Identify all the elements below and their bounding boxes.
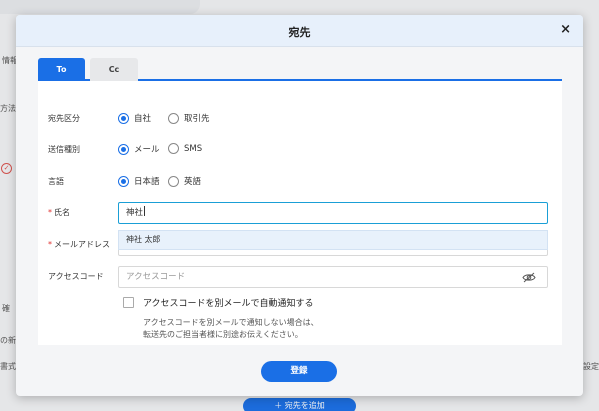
radio-japanese[interactable]: 日本語 bbox=[118, 175, 160, 187]
text-caret bbox=[144, 206, 146, 216]
tab-cc[interactable]: Cc bbox=[90, 58, 138, 81]
recipient-tabs: To Cc bbox=[38, 57, 562, 81]
radio-own-company[interactable]: 自社 bbox=[118, 112, 151, 124]
radio-circle bbox=[118, 143, 129, 155]
access-code-placeholder: アクセスコード bbox=[126, 272, 186, 282]
auto-notify-label: アクセスコードを別メールで自動通知する bbox=[143, 299, 314, 309]
radio-label: 取引先 bbox=[184, 114, 210, 124]
recipient-form: 宛先区分 自社 取引先 送信種別 メール SMS 言語 日本語 英語 * 氏名 … bbox=[38, 81, 562, 345]
auto-notify-checkbox[interactable] bbox=[123, 297, 134, 308]
radio-business-partner[interactable]: 取引先 bbox=[168, 112, 210, 124]
email-label-text: メールアドレス bbox=[54, 240, 110, 249]
radio-sms[interactable]: SMS bbox=[168, 143, 202, 154]
radio-label: SMS bbox=[184, 143, 203, 154]
tab-to[interactable]: To bbox=[38, 58, 85, 81]
radio-label: メール bbox=[134, 145, 160, 155]
recipient-type-label: 宛先区分 bbox=[48, 114, 80, 123]
register-button[interactable]: 登録 bbox=[261, 361, 337, 382]
auto-notify-note: アクセスコードを別メールで通知しない場合は、 bbox=[143, 318, 319, 327]
radio-circle bbox=[168, 143, 179, 154]
close-icon[interactable]: × bbox=[560, 22, 571, 37]
send-type-label: 送信種別 bbox=[48, 145, 80, 154]
radio-label: 英語 bbox=[184, 177, 202, 187]
name-input-value: 神社 bbox=[126, 208, 144, 218]
required-mark: * bbox=[48, 240, 52, 249]
name-label: * 氏名 bbox=[48, 207, 70, 218]
required-mark: * bbox=[48, 208, 52, 217]
radio-label: 自社 bbox=[134, 114, 152, 124]
dialog-header: 宛先 × bbox=[16, 15, 583, 47]
radio-circle bbox=[118, 175, 129, 187]
radio-label: 日本語 bbox=[134, 177, 160, 187]
radio-circle bbox=[168, 112, 179, 124]
radio-circle bbox=[168, 175, 179, 187]
dialog-title: 宛先 bbox=[288, 26, 311, 39]
access-code-input[interactable]: アクセスコード bbox=[118, 266, 548, 288]
radio-circle bbox=[118, 112, 129, 124]
auto-notify-note: 転送先のご担当者様に別途お伝えください。 bbox=[143, 330, 303, 339]
eye-slash-icon[interactable] bbox=[522, 272, 536, 283]
radio-email[interactable]: メール bbox=[118, 143, 160, 155]
language-label: 言語 bbox=[48, 177, 64, 186]
access-code-label: アクセスコード bbox=[48, 272, 104, 281]
recipient-dialog: 宛先 × To Cc 宛先区分 自社 取引先 送信種別 メール SMS 言語 日… bbox=[16, 15, 583, 396]
name-suggestion-item[interactable]: 神社 太郎 bbox=[118, 230, 548, 250]
email-label: * メールアドレス bbox=[48, 239, 110, 250]
radio-english[interactable]: 英語 bbox=[168, 175, 201, 187]
name-label-text: 氏名 bbox=[54, 208, 70, 217]
name-input[interactable]: 神社 bbox=[118, 202, 548, 224]
